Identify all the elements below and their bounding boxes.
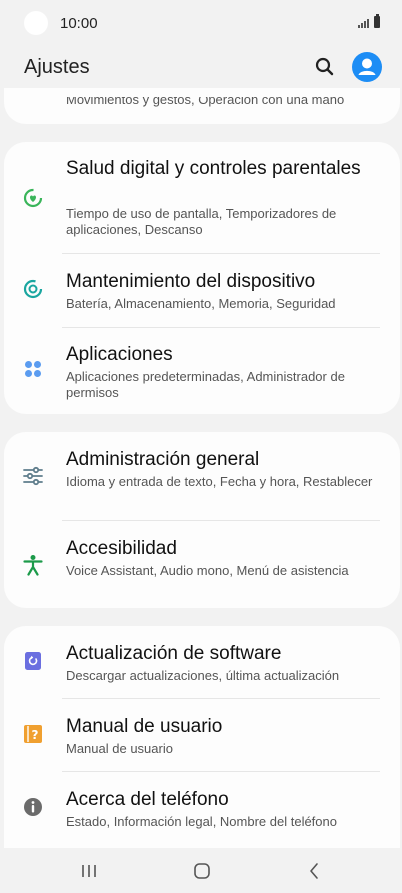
search-icon <box>315 57 334 76</box>
search-button[interactable] <box>312 54 338 80</box>
item-title: Administración general <box>66 449 260 470</box>
item-title: Salud digital y controles parentales <box>66 158 361 179</box>
svg-text:?: ? <box>32 728 39 742</box>
page-title: Ajustes <box>24 56 90 78</box>
status-time: 10:00 <box>60 15 98 32</box>
account-button[interactable] <box>352 52 382 82</box>
settings-card-partial: Movimientos y gestos, Operación con una … <box>4 88 400 124</box>
item-subtitle: Descargar actualizaciones, última actual… <box>66 668 340 683</box>
status-bar: 10:00 <box>0 0 402 46</box>
back-button[interactable] <box>292 858 336 884</box>
item-title: Actualización de software <box>66 643 282 664</box>
settings-item-accessibility[interactable]: Accesibilidad Voice Assistant, Audio mon… <box>4 521 400 608</box>
item-subtitle: Manual de usuario <box>66 741 173 756</box>
item-subtitle: Voice Assistant, Audio mono, Menú de asi… <box>66 563 349 578</box>
status-icons <box>358 14 380 28</box>
settings-item-about-phone[interactable]: Acerca del teléfono Estado, Información … <box>4 772 400 848</box>
battery-icon <box>374 14 380 28</box>
partial-item-subtitle[interactable]: Movimientos y gestos, Operación con una … <box>66 97 344 107</box>
settings-card-3: Actualización de software Descargar actu… <box>4 626 400 848</box>
item-subtitle: Estado, Información legal, Nombre del te… <box>66 814 337 829</box>
item-title: Acerca del teléfono <box>66 789 229 810</box>
home-button[interactable] <box>180 858 224 884</box>
apps-icon <box>25 361 41 377</box>
device-care-icon <box>23 279 43 299</box>
item-title: Manual de usuario <box>66 716 223 737</box>
signal-icon <box>358 19 369 28</box>
general-management-icon <box>23 466 43 486</box>
back-icon <box>310 863 318 879</box>
item-title: Accesibilidad <box>66 538 177 559</box>
item-subtitle: Aplicaciones predeterminadas, Administra… <box>66 369 345 400</box>
home-icon <box>194 863 210 879</box>
settings-card-2: Administración general Idioma y entrada … <box>4 432 400 608</box>
item-subtitle: Batería, Almacenamiento, Memoria, Seguri… <box>66 296 336 311</box>
software-update-icon <box>25 652 41 670</box>
recents-icon <box>82 865 96 877</box>
item-title: Aplicaciones <box>66 344 173 365</box>
settings-item-user-manual[interactable]: ? Manual de usuario Manual de usuario <box>4 699 400 771</box>
accessibility-icon <box>23 555 43 576</box>
navigation-bar <box>0 848 402 893</box>
avatar-icon <box>358 58 376 75</box>
camera-cutout <box>24 11 48 35</box>
user-manual-icon: ? <box>24 725 42 743</box>
item-title: Mantenimiento del dispositivo <box>66 271 316 292</box>
settings-item-apps[interactable]: Aplicaciones Aplicaciones predeterminada… <box>4 328 400 414</box>
settings-card-1: Salud digital y controles parentales Tie… <box>4 142 400 414</box>
digital-wellbeing-icon <box>23 188 43 208</box>
settings-item-general-management[interactable]: Administración general Idioma y entrada … <box>4 432 400 520</box>
settings-item-digital-wellbeing[interactable]: Salud digital y controles parentales Tie… <box>4 142 400 252</box>
about-phone-icon <box>24 798 42 816</box>
item-subtitle: Idioma y entrada de texto, Fecha y hora,… <box>66 474 373 489</box>
recents-button[interactable] <box>68 858 112 884</box>
item-subtitle: Tiempo de uso de pantalla, Temporizadore… <box>66 206 337 237</box>
settings-item-software-update[interactable]: Actualización de software Descargar actu… <box>4 626 400 698</box>
settings-item-device-care[interactable]: Mantenimiento del dispositivo Batería, A… <box>4 254 400 326</box>
app-header: Ajustes <box>0 46 402 88</box>
